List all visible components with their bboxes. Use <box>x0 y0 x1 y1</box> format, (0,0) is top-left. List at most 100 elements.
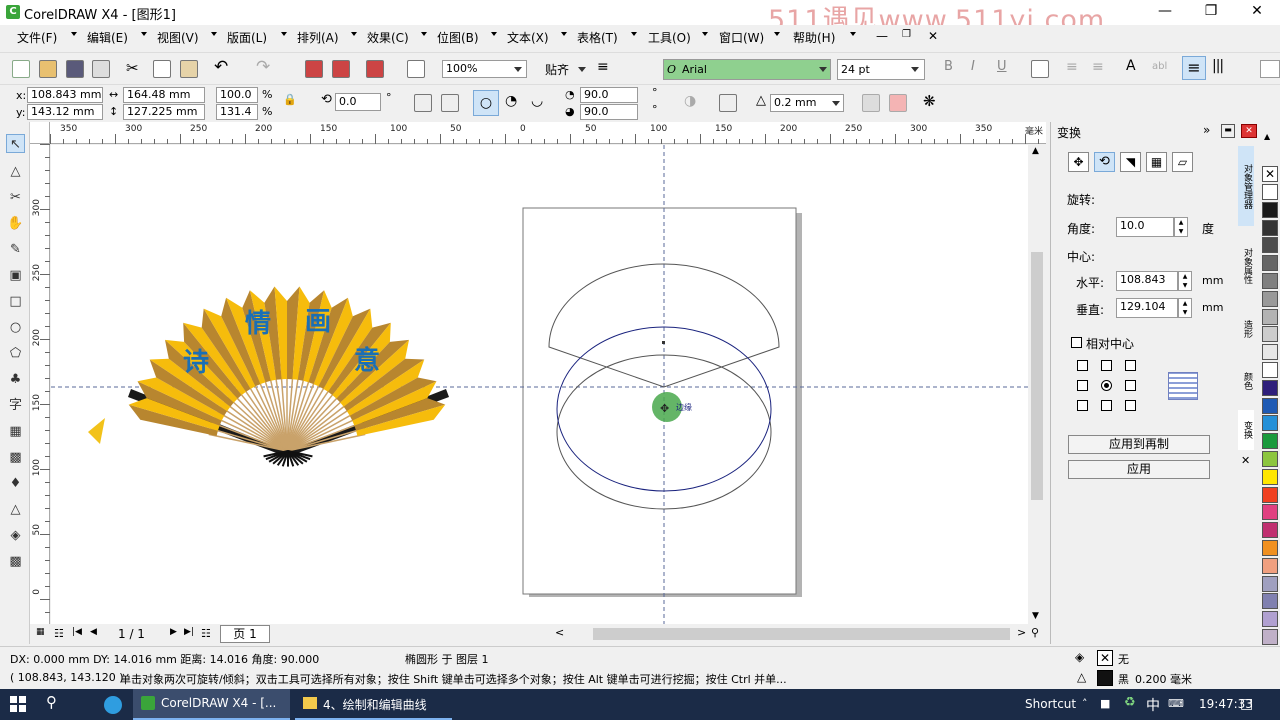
anchor-point-checkbox[interactable] <box>1077 380 1088 391</box>
color-swatch[interactable] <box>1262 575 1278 592</box>
eyedropper-tool-icon[interactable]: ♦ <box>6 474 25 493</box>
color-swatch[interactable] <box>1262 504 1278 521</box>
cut-icon[interactable]: ✂ <box>126 59 139 77</box>
pan-tool-icon[interactable]: ✋ <box>6 214 25 233</box>
yellow-triangle-shape[interactable] <box>88 418 105 444</box>
doc-minimize-button[interactable]: — <box>876 29 888 43</box>
color-swatch[interactable] <box>1262 397 1278 414</box>
menu-tools[interactable]: 工具(O) <box>648 29 691 46</box>
scale-height-input[interactable]: 131.4 <box>216 104 258 120</box>
vertical-scroll-thumb[interactable] <box>1031 252 1043 500</box>
color-swatch[interactable] <box>1262 593 1278 610</box>
drawing-canvas[interactable]: 情 画 诗 意 ✥ 边缘 <box>51 145 1028 624</box>
font-name-select[interactable]: O Arial <box>663 59 831 80</box>
spell-check-icon[interactable]: abl <box>1152 61 1167 72</box>
tray-app-icon[interactable]: ■ <box>1100 697 1110 710</box>
tray-network-icon[interactable]: ♻ <box>1124 695 1136 710</box>
color-swatch[interactable] <box>1262 362 1278 378</box>
taskbar-shortcut-label[interactable]: Shortcut <box>1025 697 1076 711</box>
position-tab-icon[interactable]: ✥ <box>1068 152 1089 172</box>
scale-tab-icon[interactable]: ◥ <box>1120 152 1141 172</box>
notification-icon[interactable]: □ <box>1240 696 1253 712</box>
docker-collapse-icon[interactable]: » <box>1203 123 1210 137</box>
underline-icon[interactable]: U <box>997 59 1007 74</box>
color-swatch[interactable] <box>1262 415 1278 432</box>
anchor-point-checkbox[interactable] <box>1101 360 1112 371</box>
export-icon[interactable] <box>332 60 350 78</box>
ruler-origin[interactable] <box>30 122 50 144</box>
color-swatch[interactable] <box>1262 451 1278 467</box>
copy-icon[interactable] <box>153 60 171 78</box>
search-icon[interactable]: ⚲ <box>46 693 57 711</box>
relative-center-checkbox[interactable] <box>1071 337 1082 348</box>
import-icon[interactable] <box>305 60 323 78</box>
anchor-point-checkbox[interactable] <box>1077 400 1088 411</box>
object-manager-tab[interactable]: 对象管理器 <box>1238 146 1254 226</box>
y-position-input[interactable]: 143.12 mm <box>27 104 103 120</box>
crop-tool-icon[interactable]: ✂ <box>6 188 25 207</box>
pick-tool-icon[interactable]: ↖ <box>6 134 25 153</box>
horizontal-spinner[interactable]: ▲ ▼ <box>1178 271 1192 291</box>
text-tool-icon[interactable]: 字 <box>6 396 25 415</box>
menu-window[interactable]: 窗口(W) <box>719 29 764 46</box>
outline-tool-icon[interactable]: △ <box>6 500 25 519</box>
table-tool-icon[interactable]: ▦ <box>6 422 25 441</box>
vertical-spinner[interactable]: ▲ ▼ <box>1178 298 1192 318</box>
shaping-tab[interactable]: 造形 <box>1238 306 1254 352</box>
interactive-tool-icon[interactable]: ▩ <box>6 448 25 467</box>
menu-arrange[interactable]: 排列(A) <box>297 29 339 46</box>
application-launcher-icon[interactable] <box>366 60 384 78</box>
new-icon[interactable] <box>12 60 30 78</box>
color-swatch[interactable] <box>1262 468 1278 485</box>
rotation-angle-input[interactable]: 0.0 <box>335 93 381 111</box>
angle-input[interactable]: 10.0 <box>1116 217 1174 237</box>
lock-ratio-icon[interactable]: 🔒 <box>283 93 297 106</box>
rectangle-tool-icon[interactable]: □ <box>6 292 25 311</box>
next-page-icon[interactable]: ▶ <box>170 627 177 637</box>
angle-spinner[interactable]: ▲ ▼ <box>1174 217 1188 237</box>
maximize-button[interactable]: ❐ <box>1188 0 1234 24</box>
color-swatch[interactable] <box>1262 522 1278 539</box>
bold-icon[interactable]: B <box>944 59 953 74</box>
color-swatch[interactable] <box>1262 255 1278 272</box>
close-button[interactable]: ✕ <box>1234 0 1280 24</box>
palette-scroll-up-icon[interactable]: ▲ <box>1264 132 1270 141</box>
to-back-icon[interactable] <box>889 94 907 112</box>
start-angle-input[interactable]: 90.0 <box>580 87 638 103</box>
drop-cap-icon[interactable]: ≡ <box>1092 59 1104 75</box>
doc-close-button[interactable]: ✕ <box>928 29 938 43</box>
to-front-icon[interactable] <box>862 94 880 112</box>
mirror-vertical-icon[interactable] <box>441 94 459 112</box>
color-swatch[interactable] <box>1262 433 1278 450</box>
color-swatch[interactable] <box>1262 379 1278 396</box>
polygon-tool-icon[interactable]: ⬠ <box>6 344 25 363</box>
color-swatch[interactable] <box>1262 344 1278 361</box>
fill-tool-icon[interactable]: ◈ <box>6 526 25 545</box>
ellipse-mode-button[interactable]: ○ <box>473 90 499 116</box>
anchor-point-checkbox[interactable] <box>1101 400 1112 411</box>
add-page-after-icon[interactable]: ☷ <box>201 627 211 640</box>
color-swatch[interactable] <box>1262 326 1278 343</box>
color-swatch[interactable] <box>1262 290 1278 307</box>
arc-mode-icon[interactable]: ◡ <box>531 93 543 109</box>
open-icon[interactable] <box>39 60 57 78</box>
apply-button[interactable]: 应用 <box>1068 460 1210 479</box>
outline-color-swatch[interactable] <box>1097 670 1113 686</box>
italic-icon[interactable]: I <box>971 59 975 74</box>
menu-view[interactable]: 视图(V) <box>157 29 199 46</box>
edit-text-icon[interactable]: A <box>1126 58 1136 74</box>
end-angle-input[interactable]: 90.0 <box>580 104 638 120</box>
undo-icon[interactable]: ↶ <box>214 57 228 77</box>
mirror-horizontal-icon[interactable] <box>414 94 432 112</box>
color-swatch[interactable] <box>1262 219 1278 236</box>
horizontal-center-input[interactable]: 108.843 <box>1116 271 1178 291</box>
width-input[interactable]: 164.48 mm <box>123 87 205 103</box>
node-handle[interactable] <box>662 341 665 344</box>
menu-effects[interactable]: 效果(C) <box>367 29 409 46</box>
vertical-ruler[interactable]: 300 250 200 150 100 50 0 <box>30 144 50 624</box>
size-tab-icon[interactable]: ▦ <box>1146 152 1167 172</box>
menu-text[interactable]: 文本(X) <box>507 29 549 46</box>
snap-to-button[interactable]: 贴齐 <box>545 61 569 78</box>
save-icon[interactable] <box>66 60 84 78</box>
page-tab[interactable]: 页 1 <box>220 625 270 643</box>
